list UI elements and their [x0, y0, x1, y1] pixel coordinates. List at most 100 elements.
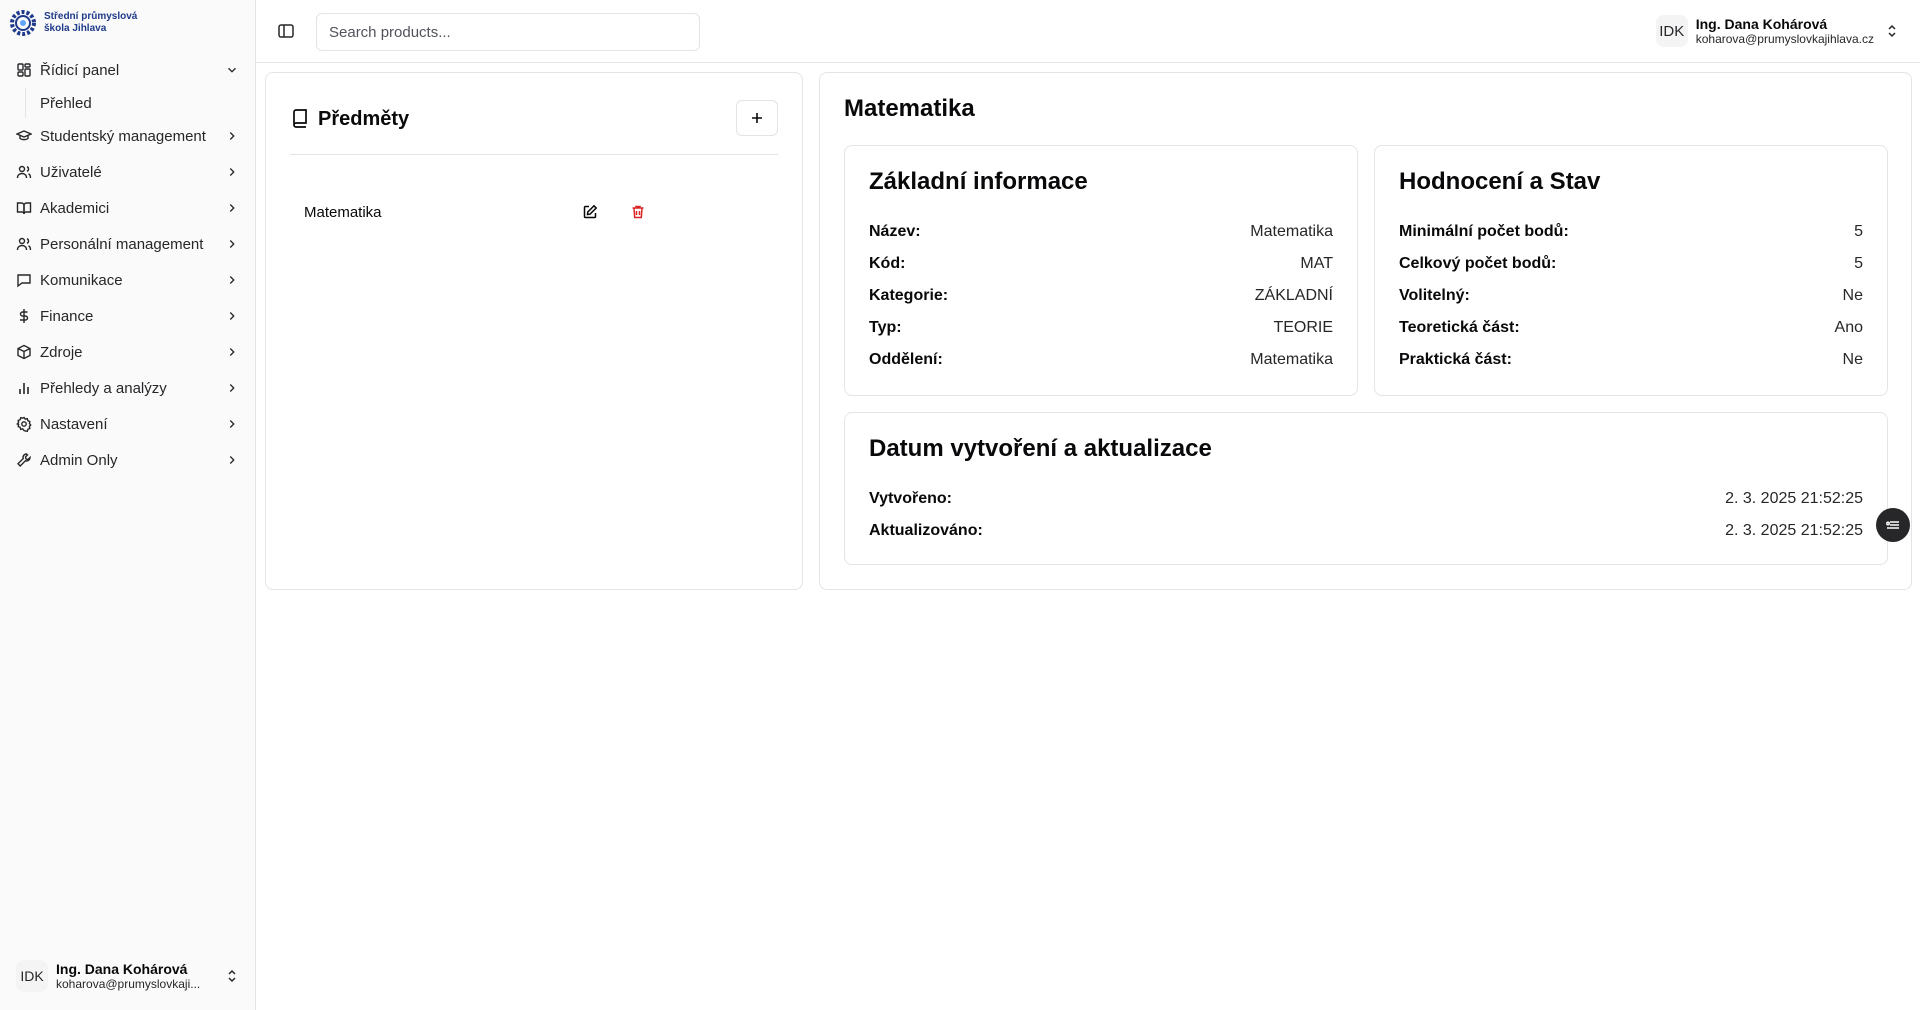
sidebar-subitem-overview[interactable]: Přehled	[25, 88, 248, 118]
info-row: Volitelný: Ne	[1399, 280, 1863, 312]
list-filter-icon	[1886, 521, 1899, 529]
user-info: Ing. Dana Kohárová koharova@prumyslovkaj…	[1696, 16, 1874, 46]
school-brand[interactable]: Střední průmyslová škola Jihlava	[8, 8, 154, 38]
info-value: 2. 3. 2025 21:52:25	[1725, 522, 1863, 539]
add-subject-button[interactable]	[736, 100, 778, 136]
info-value: Matematika	[1250, 223, 1333, 240]
sidebar-item-finance[interactable]: Finance	[8, 298, 248, 334]
sidebar-item-admin[interactable]: Admin Only	[8, 442, 248, 478]
info-key: Praktická část:	[1399, 351, 1512, 368]
info-value: ZÁKLADNÍ	[1254, 287, 1333, 304]
avatar: IDK	[1655, 15, 1688, 47]
chevron-right-icon	[224, 452, 240, 468]
sidebar-item-personnel[interactable]: Personální management	[8, 226, 248, 262]
sidebar-item-label: Komunikace	[40, 271, 123, 289]
info-key: Kód:	[869, 255, 906, 272]
brand-line1: Střední průmyslová	[44, 11, 138, 22]
sidebar-item-settings[interactable]: Nastavení	[8, 406, 248, 442]
info-row: Celkový počet bodů: 5	[1399, 248, 1863, 280]
sidebar-item-reports[interactable]: Přehledy a analýzy	[8, 370, 248, 406]
sidebar-item-label: Řídicí panel	[40, 61, 120, 79]
sidebar-item-resources[interactable]: Zdroje	[8, 334, 248, 370]
basic-info-card: Základní informace Název: Matematika Kód:…	[844, 145, 1358, 396]
user-name: Ing. Dana Kohárová	[56, 961, 188, 977]
info-value: Ano	[1834, 319, 1863, 336]
info-key: Celkový počet bodů:	[1399, 255, 1557, 272]
info-row: Vytvořeno: 2. 3. 2025 21:52:25	[869, 483, 1863, 515]
gear-icon	[16, 416, 32, 432]
info-key: Volitelný:	[1399, 287, 1470, 304]
sidebar-item-label: Přehledy a analýzy	[40, 379, 167, 397]
chevrons-up-down-icon	[228, 969, 236, 983]
chevron-right-icon	[224, 272, 240, 288]
info-key: Typ:	[869, 319, 902, 336]
bar-chart-icon	[16, 380, 32, 396]
info-row: Minimální počet bodů: 5	[1399, 216, 1863, 248]
sidebar-item-communication[interactable]: Komunikace	[8, 262, 248, 298]
edit-subject-button[interactable]	[574, 197, 606, 227]
sidebar-item-label: Zdroje	[40, 343, 83, 361]
list-item[interactable]: Matematika	[304, 197, 654, 227]
subjects-panel: Předměty Matematika	[265, 72, 803, 590]
dates-rows: Vytvořeno: 2. 3. 2025 21:52:25 Aktualizov…	[869, 483, 1863, 547]
book-open-icon	[16, 200, 32, 216]
sidebar-item-label: Personální management	[40, 235, 204, 253]
sidebar-toggle-button[interactable]	[276, 21, 296, 41]
grading-rows: Minimální počet bodů: 5 Celkový počet bod…	[1399, 216, 1863, 376]
user-email: koharova@prumyslovkajihlava.cz	[1695, 32, 1874, 46]
plus-icon	[752, 113, 762, 123]
info-key: Aktualizováno:	[869, 522, 983, 539]
sidebar-item-dashboard[interactable]: Řídicí panel	[8, 52, 248, 88]
chevron-right-icon	[224, 164, 240, 180]
sidebar-user-menu[interactable]: IDK Ing. Dana Kohárová koharova@prumyslo…	[8, 950, 248, 1002]
basic-info-title: Základní informace	[869, 168, 1088, 195]
subjects-panel-title: Předměty	[318, 108, 410, 130]
top-header: IDK Ing. Dana Kohárová koharova@prumyslo…	[256, 0, 1920, 63]
chevrons-up-down-icon	[1888, 24, 1896, 38]
info-row: Kategorie: ZÁKLADNÍ	[869, 280, 1333, 312]
chevron-right-icon	[224, 200, 240, 216]
user-group-icon	[16, 236, 32, 252]
wrench-icon	[16, 452, 32, 468]
floating-action-button[interactable]	[1876, 508, 1910, 542]
package-icon	[16, 344, 32, 360]
search-input[interactable]	[316, 13, 700, 51]
user-name: Ing. Dana Kohárová	[1695, 16, 1828, 32]
dates-card: Datum vytvoření a aktualizace Vytvořeno:…	[844, 412, 1888, 565]
info-value: TEORIE	[1273, 319, 1333, 336]
subject-detail-panel: Matematika Základní informace Název: Mate…	[819, 72, 1912, 590]
trash-icon	[632, 205, 644, 219]
user-email: koharova@prumyslovkaji...	[56, 977, 201, 991]
info-value: 5	[1854, 255, 1863, 272]
info-key: Minimální počet bodů:	[1399, 223, 1569, 240]
sidebar-item-label: Uživatelé	[40, 163, 102, 181]
subjects-panel-header: Předměty	[290, 100, 778, 155]
info-row: Aktualizováno: 2. 3. 2025 21:52:25	[869, 515, 1863, 547]
info-row: Teoretická část: Ano	[1399, 312, 1863, 344]
brand-line2: škola Jihlava	[44, 23, 107, 34]
grading-title: Hodnocení a Stav	[1399, 168, 1601, 195]
chevron-right-icon	[224, 128, 240, 144]
info-key: Oddělení:	[869, 351, 943, 368]
delete-subject-button[interactable]	[622, 197, 654, 227]
subject-name: Matematika	[304, 203, 382, 221]
dates-title: Datum vytvoření a aktualizace	[869, 435, 1212, 462]
info-key: Kategorie:	[869, 287, 949, 304]
info-key: Název:	[869, 223, 921, 240]
chevron-right-icon	[224, 308, 240, 324]
header-user-menu[interactable]: IDK Ing. Dana Kohárová koharova@prumyslo…	[1655, 10, 1900, 52]
sidebar-item-label: Finance	[40, 307, 94, 325]
info-value: Matematika	[1250, 351, 1333, 368]
info-row: Praktická část: Ne	[1399, 344, 1863, 376]
message-icon	[16, 272, 32, 288]
sidebar-item-academics[interactable]: Akademici	[8, 190, 248, 226]
sidebar-item-label: Studentský management	[40, 127, 206, 145]
info-row: Název: Matematika	[869, 216, 1333, 248]
info-row: Typ: TEORIE	[869, 312, 1333, 344]
sidebar-item-users[interactable]: Uživatelé	[8, 154, 248, 190]
school-logo-icon	[10, 10, 36, 36]
sidebar-item-students[interactable]: Studentský management	[8, 118, 248, 154]
chevron-right-icon	[224, 344, 240, 360]
edit-icon	[583, 204, 598, 219]
info-value: Ne	[1842, 287, 1863, 304]
